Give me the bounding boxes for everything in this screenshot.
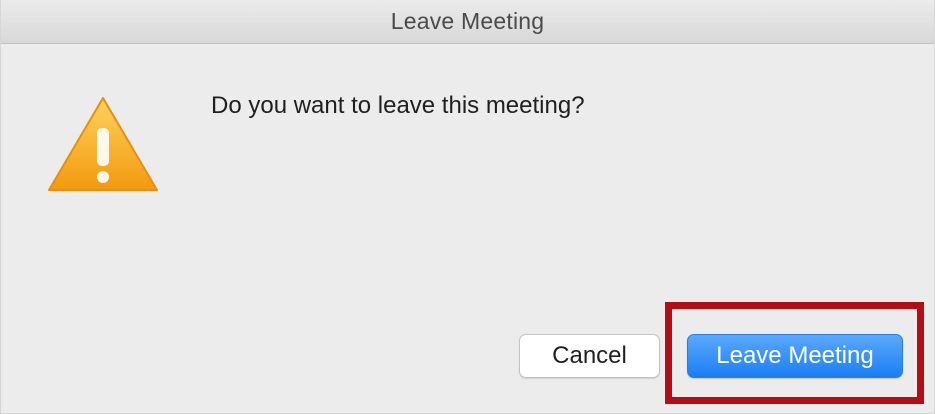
- title-bar[interactable]: Leave Meeting: [1, 0, 934, 44]
- dialog-message: Do you want to leave this meeting?: [211, 92, 585, 119]
- warning-icon: [48, 97, 158, 191]
- leave-meeting-dialog: Leave Meeting Do you want to leave this …: [0, 0, 935, 414]
- leave-meeting-button[interactable]: Leave Meeting: [687, 334, 903, 378]
- cancel-button[interactable]: Cancel: [519, 334, 660, 378]
- dialog-title: Leave Meeting: [390, 8, 545, 34]
